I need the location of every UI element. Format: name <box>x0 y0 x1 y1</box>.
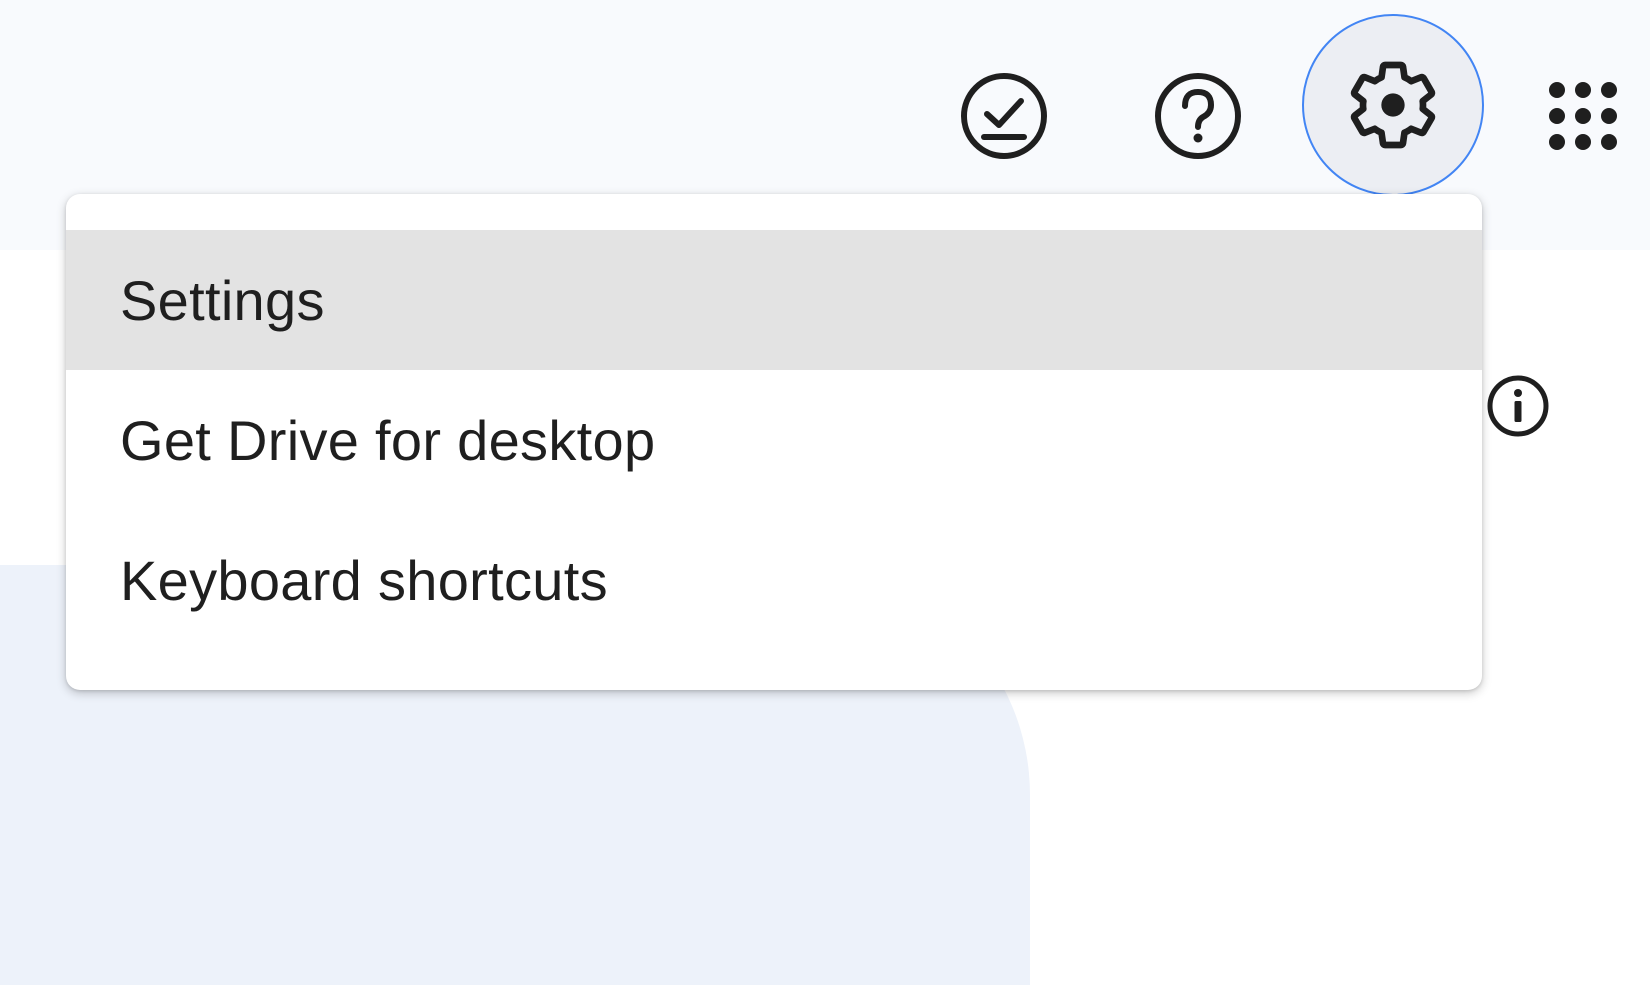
menu-item-label: Keyboard shortcuts <box>120 548 608 612</box>
gear-icon <box>1350 61 1436 149</box>
menu-item-get-drive-for-desktop[interactable]: Get Drive for desktop <box>66 370 1482 510</box>
menu-item-label: Settings <box>120 268 325 332</box>
offline-ready-icon <box>961 73 1047 159</box>
info-icon[interactable] <box>1482 370 1554 442</box>
offline-ready-button[interactable] <box>944 56 1064 176</box>
info-icon-glyph <box>1487 375 1549 437</box>
apps-grid-icon <box>1549 82 1617 150</box>
google-apps-button[interactable] <box>1523 56 1643 176</box>
menu-item-keyboard-shortcuts[interactable]: Keyboard shortcuts <box>66 510 1482 650</box>
help-icon <box>1155 73 1241 159</box>
settings-menu: Settings Get Drive for desktop Keyboard … <box>66 194 1482 690</box>
help-button[interactable] <box>1138 56 1258 176</box>
settings-button[interactable] <box>1302 14 1484 196</box>
menu-item-settings[interactable]: Settings <box>66 230 1482 370</box>
menu-item-label: Get Drive for desktop <box>120 408 656 472</box>
